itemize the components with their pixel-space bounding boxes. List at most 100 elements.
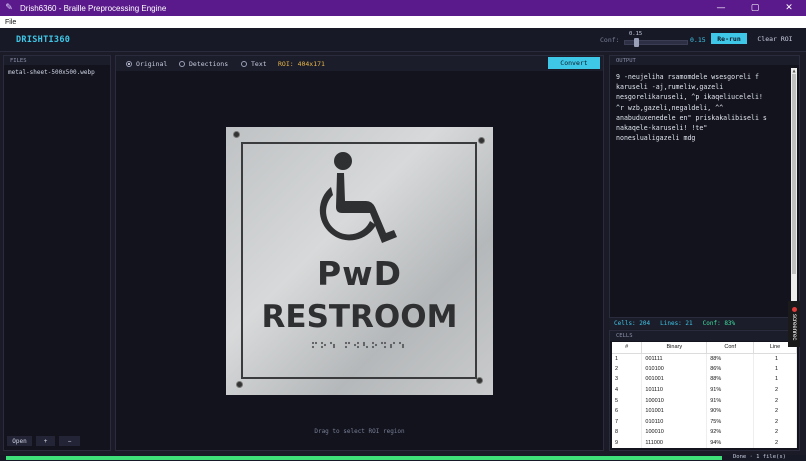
table-row[interactable]: 2 010100 86% 1 — [612, 363, 797, 375]
files-actions: Open + − — [7, 436, 80, 446]
braille-dots — [311, 341, 405, 349]
table-cell: 90% — [706, 405, 755, 417]
menu-file[interactable]: File — [0, 19, 16, 26]
minimize-button[interactable]: — — [704, 0, 738, 16]
scroll-thumb[interactable] — [792, 74, 796, 274]
output-text[interactable]: 9 -neujeliha rsamomdele wsesgoreli f kar… — [616, 72, 788, 143]
file-item[interactable]: metal-sheet-500x500.webp — [4, 69, 110, 76]
table-cell: 88% — [706, 374, 755, 385]
cells-count: Cells: 204 — [614, 320, 651, 327]
table-cell: 91% — [706, 395, 755, 406]
window-controls: — ▢ ✕ — [704, 0, 806, 16]
output-heading: OUTPUT — [610, 56, 799, 65]
conf-slider[interactable] — [624, 38, 688, 47]
table-cell: 1 — [753, 363, 797, 375]
table-row[interactable]: 5 100010 91% 2 — [612, 395, 797, 406]
status-text: Done · 1 file(s) — [733, 454, 786, 460]
cells-heading: CELLS — [610, 331, 799, 341]
table-cell: 1 — [753, 374, 797, 385]
add-file-button[interactable]: + — [36, 436, 55, 446]
table-cell: 2 — [753, 416, 797, 428]
table-cell: 4 — [612, 384, 643, 396]
table-cell: 100010 — [641, 395, 708, 406]
table-row[interactable]: 4 101110 91% 2 — [612, 384, 797, 396]
mode-detections-label: Detections — [189, 60, 229, 68]
files-heading: FILES — [4, 56, 110, 65]
table-cell: 88% — [706, 353, 755, 364]
table-cell: 101110 — [641, 384, 708, 396]
output-panel: OUTPUT 9 -neujeliha rsamomdele wsesgorel… — [609, 55, 800, 318]
brand-title: DRISHTI360 — [16, 35, 71, 45]
mode-text-radio[interactable]: Text — [241, 60, 267, 68]
table-row[interactable]: 7 010110 75% 2 — [612, 416, 797, 428]
mode-text-label: Text — [251, 60, 267, 68]
column-header[interactable]: Binary — [641, 342, 708, 354]
sign-image[interactable]: PwD RESTROOM — [226, 127, 493, 395]
screenrec-badge[interactable]: screenrec — [788, 301, 800, 347]
conf-average: Conf: 83% — [702, 320, 736, 327]
maximize-button[interactable]: ▢ — [738, 0, 772, 16]
roi-size-label: ROI: 404x171 — [278, 60, 325, 68]
table-cell: 2 — [753, 384, 797, 396]
table-cell: 91% — [706, 384, 755, 396]
column-header[interactable]: # — [612, 342, 643, 354]
mode-original-label: Original — [136, 60, 168, 68]
conf-label: Conf: — [600, 36, 620, 44]
progress-fill — [7, 457, 721, 459]
table-row[interactable]: 8 100010 92% 2 — [612, 427, 797, 438]
column-header[interactable]: Conf — [706, 342, 755, 354]
convert-button[interactable]: Convert — [548, 57, 600, 69]
viewer-toolbar: Original Detections Text ROI: 404x171 Co… — [116, 56, 603, 71]
wheelchair-icon — [319, 152, 397, 243]
record-icon — [791, 307, 797, 313]
radio-selected-icon — [126, 61, 132, 67]
table-cell: 94% — [706, 437, 755, 449]
table-cell: 111000 — [641, 437, 708, 449]
table-cell: 9 — [612, 437, 643, 449]
table-cell: 100010 — [641, 427, 708, 438]
table-cell: 8 — [612, 427, 643, 438]
clear-roi-button[interactable]: Clear ROI — [754, 33, 796, 44]
pencil-icon: ✎ — [5, 3, 13, 13]
table-cell: 101001 — [641, 405, 708, 417]
cells-table: # Binary Conf Line 1 001111 88% 1 2 010100 86%… — [612, 342, 797, 449]
image-viewer: Original Detections Text ROI: 404x171 Co… — [115, 55, 604, 451]
table-row[interactable]: 9 111000 94% 2 — [612, 437, 797, 449]
table-cell: 86% — [706, 363, 755, 375]
open-button[interactable]: Open — [7, 436, 32, 446]
radio-icon — [179, 61, 185, 67]
table-cell: 3 — [612, 374, 643, 385]
conf-value: 0.15 — [690, 36, 706, 44]
radio-icon — [241, 61, 247, 67]
rerun-button[interactable]: Re-run — [711, 33, 747, 44]
table-row[interactable]: 6 101001 90% 2 — [612, 405, 797, 417]
sign-pwd-text: PwD — [316, 254, 403, 293]
screw-icon — [236, 381, 243, 388]
slider-thumb[interactable] — [633, 38, 639, 47]
window-title: Drish6360 - Braille Preprocessing Engine — [20, 3, 167, 13]
close-button[interactable]: ✕ — [772, 0, 806, 16]
table-cell: 1 — [612, 353, 643, 364]
scroll-up-icon[interactable]: ▲ — [791, 68, 797, 73]
table-header-row: # Binary Conf Line — [612, 342, 797, 354]
mode-detections-radio[interactable]: Detections — [179, 60, 228, 68]
progress-bar — [6, 456, 722, 460]
roi-hint: Drag to select ROI region — [314, 428, 405, 435]
screw-icon — [476, 377, 483, 384]
remove-file-button[interactable]: − — [59, 436, 80, 446]
title-bar: ✎ Drish6360 - Braille Preprocessing Engi… — [0, 0, 806, 16]
table-cell: 001001 — [641, 374, 708, 385]
cells-panel: CELLS # Binary Conf Line 1 001111 88% 1 2 010… — [609, 330, 800, 451]
table-cell: 7 — [612, 416, 643, 428]
table-cell: 2 — [753, 427, 797, 438]
screw-icon — [233, 131, 240, 138]
stats-bar: Cells: 204 Lines: 21 Conf: 83% — [609, 318, 800, 329]
output-scrollbar[interactable]: ▲ ▼ — [791, 68, 797, 314]
menu-bar: File — [0, 16, 806, 28]
table-cell: 1 — [753, 353, 797, 364]
table-cell: 2 — [753, 437, 797, 449]
table-row[interactable]: 3 001001 88% 1 — [612, 374, 797, 385]
table-cell: 92% — [706, 427, 755, 438]
mode-original-radio[interactable]: Original — [126, 60, 167, 68]
table-row[interactable]: 1 001111 88% 1 — [612, 353, 797, 364]
